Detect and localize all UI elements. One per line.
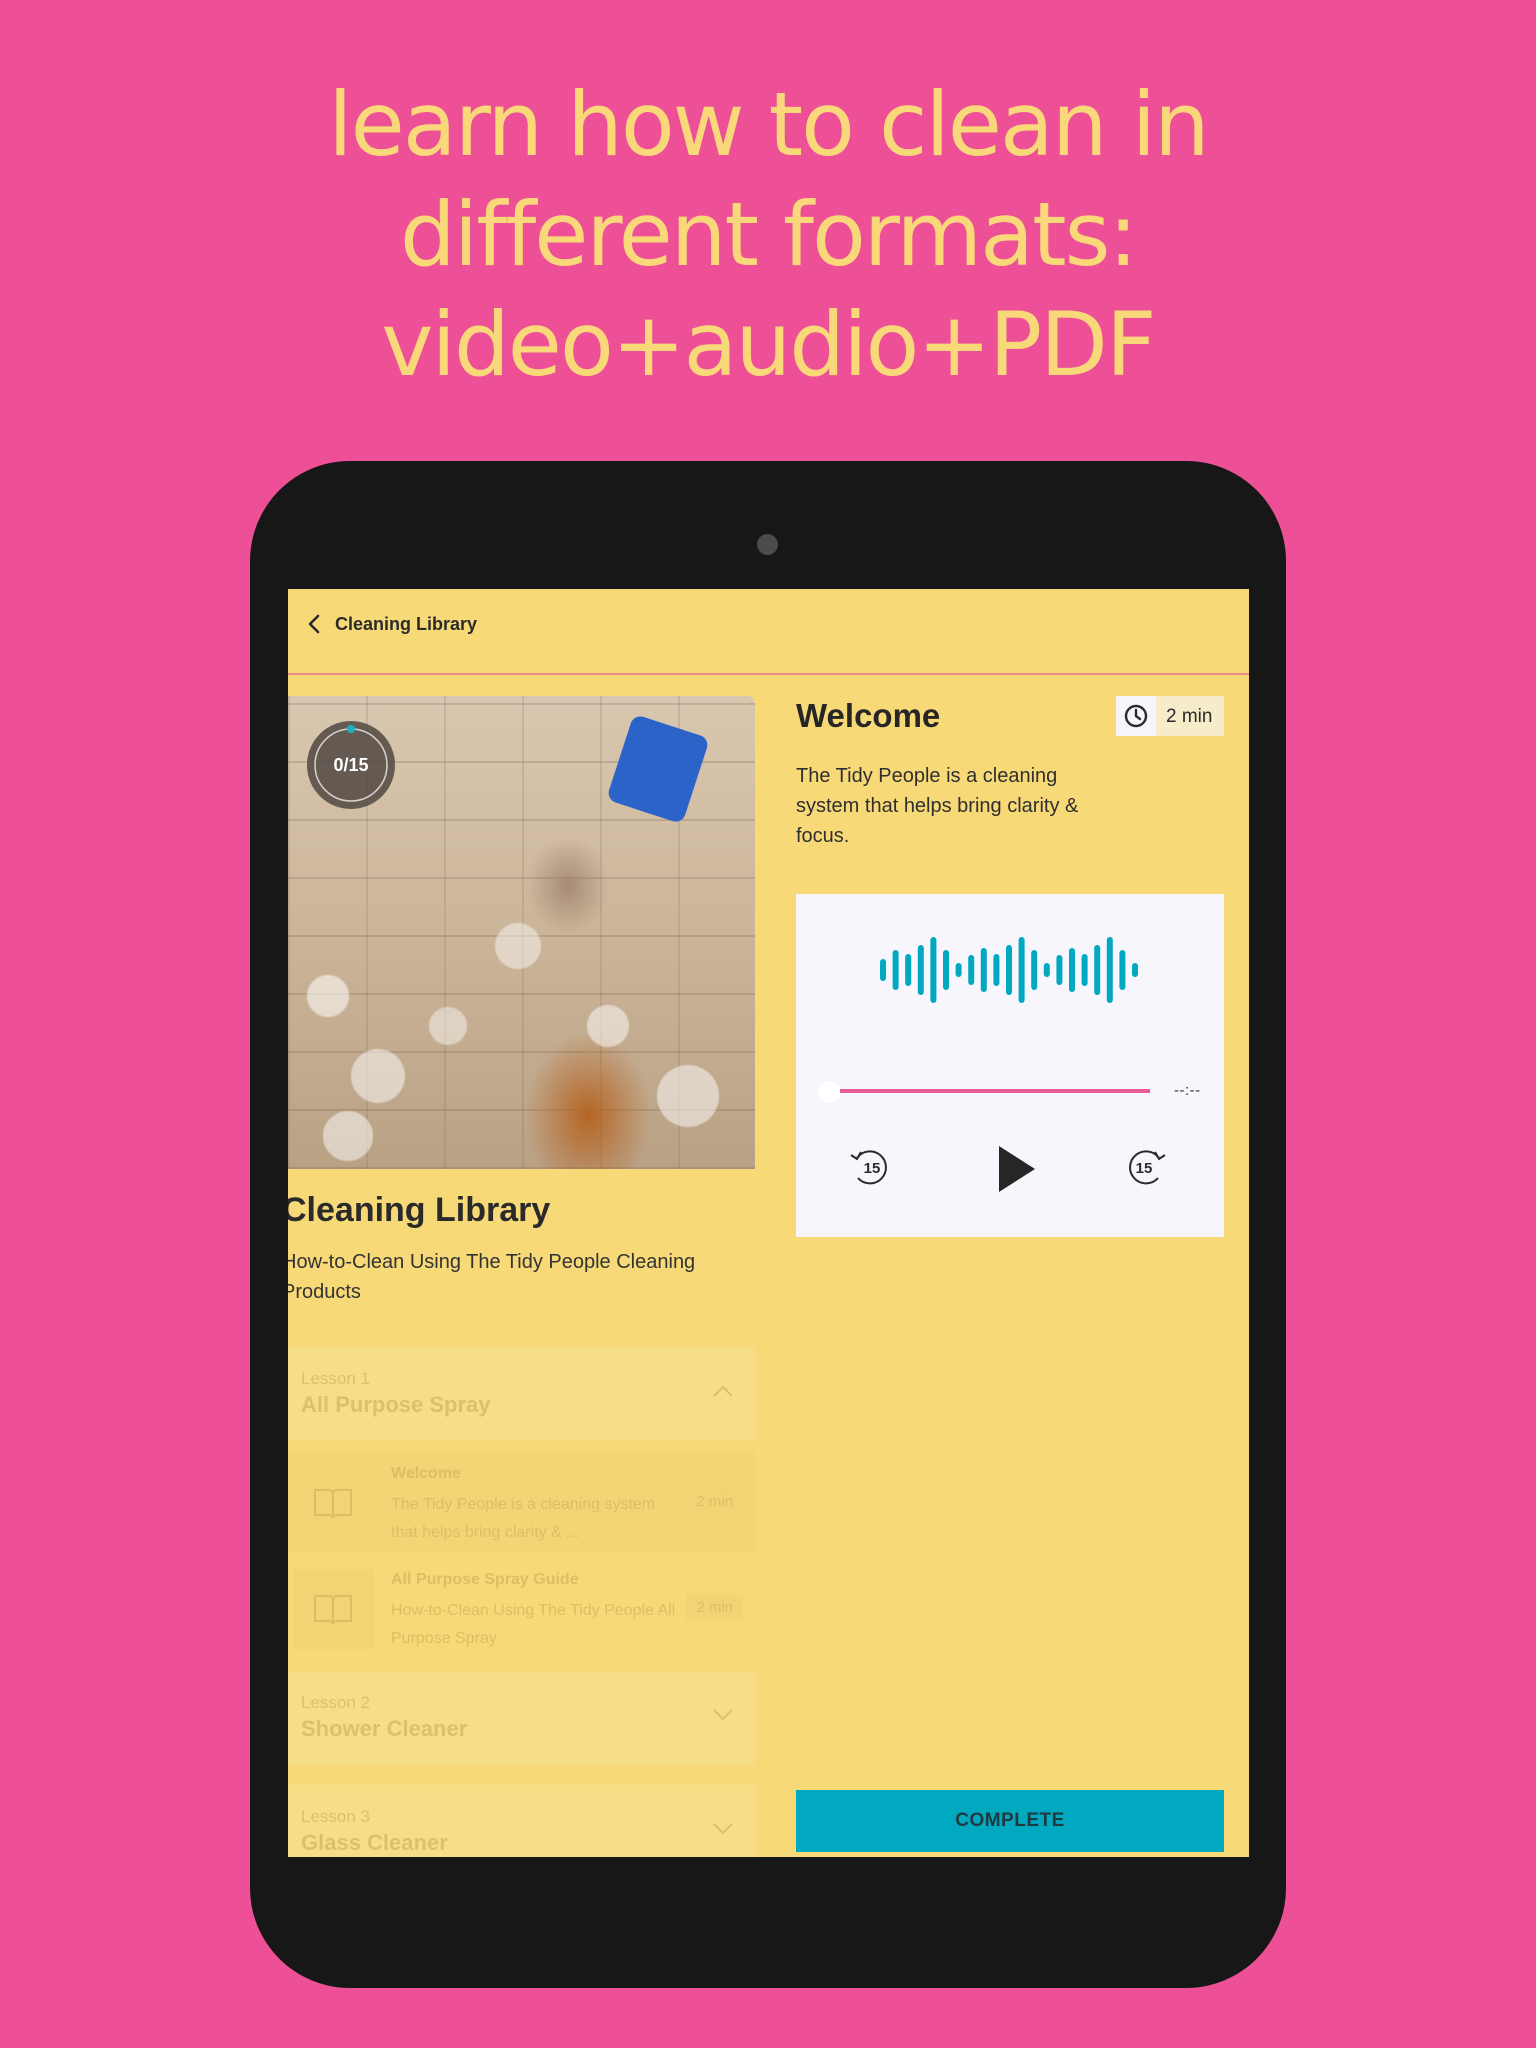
- lesson-header-3[interactable]: Lesson 3 Glass Cleaner: [288, 1785, 755, 1857]
- waveform-bar: [1043, 963, 1050, 977]
- book-icon: [314, 1595, 352, 1625]
- waveform-bar: [1094, 945, 1101, 995]
- course-video[interactable]: 0/15: [288, 696, 755, 1169]
- item-title: Welcome: [391, 1465, 461, 1482]
- chevron-down-icon[interactable]: [711, 1821, 735, 1837]
- duration-text: 2 min: [1166, 706, 1213, 727]
- waveform-bar: [930, 937, 937, 1003]
- lesson-number: Lesson 2: [301, 1693, 370, 1712]
- book-icon: [314, 1489, 352, 1519]
- waveform-bar: [943, 950, 949, 990]
- waveform-bar: [1006, 945, 1012, 995]
- seek-bar[interactable]: [818, 1081, 1158, 1103]
- clock-icon: [1124, 704, 1148, 728]
- item-thumbnail: [293, 1463, 373, 1543]
- app-bar-title: Cleaning Library: [335, 614, 478, 634]
- lesson-description: The Tidy People is a cleaning system tha…: [796, 765, 1079, 847]
- item-description: The Tidy People is a cleaning system tha…: [391, 1496, 656, 1541]
- seek-thumb[interactable]: [818, 1081, 840, 1103]
- camera-icon: [757, 534, 778, 555]
- waveform-bar: [1106, 937, 1113, 1003]
- waveform-bar: [1081, 954, 1088, 986]
- item-description: How-to-Clean Using The Tidy People All P…: [391, 1602, 676, 1647]
- promo-headline: learn how to clean in different formats:…: [0, 70, 1536, 400]
- seek-track: [840, 1089, 1150, 1093]
- lesson-header-2[interactable]: Lesson 2 Shower Cleaner: [288, 1671, 755, 1765]
- waveform-bar: [1018, 937, 1025, 1003]
- forward-15-button[interactable]: 15: [1122, 1144, 1168, 1190]
- duration-badge: 2 min: [1116, 696, 1224, 736]
- lesson-number: Lesson 3: [301, 1807, 370, 1826]
- waveform-bar: [968, 955, 975, 985]
- chevron-down-icon[interactable]: [711, 1707, 735, 1723]
- lesson-name: Glass Cleaner: [301, 1830, 448, 1855]
- course-subtitle: How-to-Clean Using The Tidy People Clean…: [288, 1251, 696, 1303]
- chevron-up-icon[interactable]: [711, 1383, 735, 1399]
- headline-line-3: video+audio+PDF: [381, 293, 1156, 396]
- audio-player: --:-- 15 15: [796, 894, 1224, 1237]
- waveform-bar: [880, 959, 886, 981]
- item-duration: 2 min: [686, 1489, 743, 1514]
- rewind-15-button[interactable]: 15: [848, 1144, 894, 1190]
- waveform-bar: [905, 954, 912, 986]
- waveform-bar: [1056, 955, 1063, 985]
- lesson-name: Shower Cleaner: [301, 1716, 468, 1741]
- item-duration: 2 min: [686, 1595, 743, 1620]
- waveform-bar: [1031, 950, 1038, 990]
- app-bar: Cleaning Library: [288, 589, 1249, 675]
- waveform-bar: [955, 963, 962, 977]
- lesson-list: Lesson 1 All Purpose Spray Welcome The T…: [288, 1347, 755, 1857]
- item-title: All Purpose Spray Guide: [391, 1571, 579, 1588]
- play-icon: [999, 1146, 1035, 1192]
- rewind-label: 15: [864, 1160, 881, 1177]
- waveform-bar: [917, 945, 924, 995]
- back-button[interactable]: [302, 611, 328, 637]
- app-screen: Cleaning Library 0/15 Cleaning Library H…: [288, 589, 1249, 1857]
- complete-button[interactable]: COMPLETE: [796, 1790, 1224, 1852]
- headline-line-1: learn how to clean in: [328, 73, 1210, 176]
- lesson-name: All Purpose Spray: [301, 1392, 491, 1417]
- chevron-left-icon: [308, 614, 320, 634]
- lesson-title: Welcome: [796, 697, 941, 734]
- course-title: Cleaning Library: [288, 1191, 551, 1229]
- lesson-number: Lesson 1: [301, 1369, 370, 1388]
- play-button[interactable]: [993, 1144, 1039, 1194]
- course-progress-text: 0/15: [333, 755, 369, 775]
- lesson-item[interactable]: All Purpose Spray Guide How-to-Clean Usi…: [288, 1557, 755, 1657]
- waveform-bar: [1132, 963, 1138, 977]
- waveform-bar: [993, 954, 1000, 986]
- waveform-bar: [980, 948, 987, 992]
- waveform-bar: [1069, 948, 1075, 992]
- waveform-bar: [1119, 950, 1126, 990]
- clock-icon-box: [1116, 696, 1156, 736]
- audio-waveform-icon: [880, 937, 1138, 1003]
- headline-line-2: different formats:: [399, 183, 1138, 286]
- lesson-header-1[interactable]: Lesson 1 All Purpose Spray: [288, 1347, 755, 1441]
- time-readout: --:--: [1174, 1082, 1201, 1099]
- course-progress-ring: 0/15: [307, 721, 395, 809]
- waveform-bar: [892, 950, 899, 990]
- forward-label: 15: [1136, 1160, 1153, 1177]
- lesson-item[interactable]: Welcome The Tidy People is a cleaning sy…: [288, 1451, 755, 1551]
- item-thumbnail: [293, 1569, 373, 1649]
